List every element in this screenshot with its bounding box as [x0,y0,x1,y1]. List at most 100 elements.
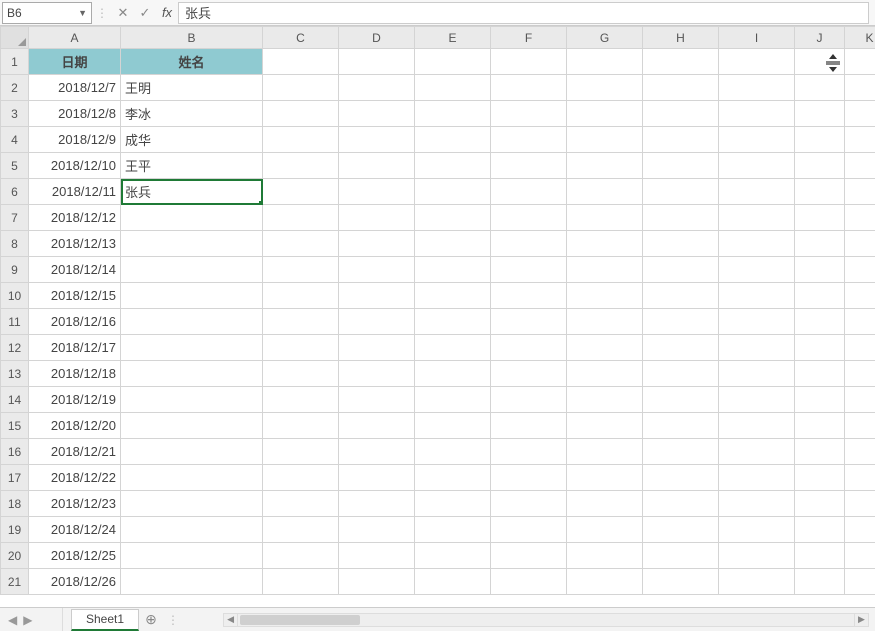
cell-C15[interactable] [263,413,339,439]
cell-H19[interactable] [643,517,719,543]
cell-I18[interactable] [719,491,795,517]
sheet-nav-prev-icon[interactable]: ◀ [8,613,17,627]
cell-B7[interactable] [121,205,263,231]
cell-B20[interactable] [121,543,263,569]
cell-B6[interactable]: 张兵 [121,179,263,205]
cell-A5[interactable]: 2018/12/10 [29,153,121,179]
name-box[interactable]: B6 ▼ [2,2,92,24]
cell-G21[interactable] [567,569,643,595]
cell-G16[interactable] [567,439,643,465]
row-header-10[interactable]: 10 [1,283,29,309]
row-header-12[interactable]: 12 [1,335,29,361]
row-header-6[interactable]: 6 [1,179,29,205]
cell-C10[interactable] [263,283,339,309]
cell-D21[interactable] [339,569,415,595]
cell-E11[interactable] [415,309,491,335]
cell-C17[interactable] [263,465,339,491]
cell-H13[interactable] [643,361,719,387]
cell-A11[interactable]: 2018/12/16 [29,309,121,335]
cell-G4[interactable] [567,127,643,153]
cell-E17[interactable] [415,465,491,491]
cell-E13[interactable] [415,361,491,387]
cell-F8[interactable] [491,231,567,257]
cell-G14[interactable] [567,387,643,413]
cell-I13[interactable] [719,361,795,387]
cell-H7[interactable] [643,205,719,231]
row-header-15[interactable]: 15 [1,413,29,439]
cell-C16[interactable] [263,439,339,465]
cell-G6[interactable] [567,179,643,205]
cell-E7[interactable] [415,205,491,231]
cell-E16[interactable] [415,439,491,465]
cell-H18[interactable] [643,491,719,517]
row-header-16[interactable]: 16 [1,439,29,465]
cancel-button[interactable]: ✕ [112,5,134,21]
cell-C1[interactable] [263,49,339,75]
row-header-19[interactable]: 19 [1,517,29,543]
cell-B18[interactable] [121,491,263,517]
cell-B1[interactable]: 姓名 [121,49,263,75]
cell-F9[interactable] [491,257,567,283]
cell-H6[interactable] [643,179,719,205]
cell-G20[interactable] [567,543,643,569]
cell-D15[interactable] [339,413,415,439]
cell-H10[interactable] [643,283,719,309]
cell-K13[interactable] [845,361,875,387]
cell-G1[interactable] [567,49,643,75]
cell-A8[interactable]: 2018/12/13 [29,231,121,257]
cell-B21[interactable] [121,569,263,595]
cell-K11[interactable] [845,309,875,335]
cell-K12[interactable] [845,335,875,361]
cell-E2[interactable] [415,75,491,101]
cell-J15[interactable] [795,413,845,439]
cell-F12[interactable] [491,335,567,361]
cell-K17[interactable] [845,465,875,491]
row-header-1[interactable]: 1 [1,49,29,75]
fx-button[interactable]: fx [156,5,178,20]
col-header-C[interactable]: C [263,27,339,49]
cell-H8[interactable] [643,231,719,257]
cell-G17[interactable] [567,465,643,491]
cell-A17[interactable]: 2018/12/22 [29,465,121,491]
cell-D10[interactable] [339,283,415,309]
cell-D20[interactable] [339,543,415,569]
cell-B2[interactable]: 王明 [121,75,263,101]
cell-D19[interactable] [339,517,415,543]
row-header-9[interactable]: 9 [1,257,29,283]
cell-H11[interactable] [643,309,719,335]
cell-D6[interactable] [339,179,415,205]
cell-F3[interactable] [491,101,567,127]
cell-K20[interactable] [845,543,875,569]
add-sheet-button[interactable]: ⊕ [139,611,163,628]
cell-E6[interactable] [415,179,491,205]
cell-I2[interactable] [719,75,795,101]
cell-D7[interactable] [339,205,415,231]
cell-J18[interactable] [795,491,845,517]
cell-I4[interactable] [719,127,795,153]
cell-F19[interactable] [491,517,567,543]
cell-E20[interactable] [415,543,491,569]
cell-K7[interactable] [845,205,875,231]
cell-J9[interactable] [795,257,845,283]
cell-C12[interactable] [263,335,339,361]
cell-B5[interactable]: 王平 [121,153,263,179]
cell-D12[interactable] [339,335,415,361]
row-header-13[interactable]: 13 [1,361,29,387]
cell-D17[interactable] [339,465,415,491]
cell-F10[interactable] [491,283,567,309]
cell-F15[interactable] [491,413,567,439]
cell-B14[interactable] [121,387,263,413]
col-header-B[interactable]: B [121,27,263,49]
cell-D16[interactable] [339,439,415,465]
cell-C20[interactable] [263,543,339,569]
cell-G9[interactable] [567,257,643,283]
row-header-17[interactable]: 17 [1,465,29,491]
cell-F21[interactable] [491,569,567,595]
row-header-5[interactable]: 5 [1,153,29,179]
cell-I17[interactable] [719,465,795,491]
cell-C2[interactable] [263,75,339,101]
cell-C6[interactable] [263,179,339,205]
cell-K8[interactable] [845,231,875,257]
cell-F6[interactable] [491,179,567,205]
cell-I10[interactable] [719,283,795,309]
